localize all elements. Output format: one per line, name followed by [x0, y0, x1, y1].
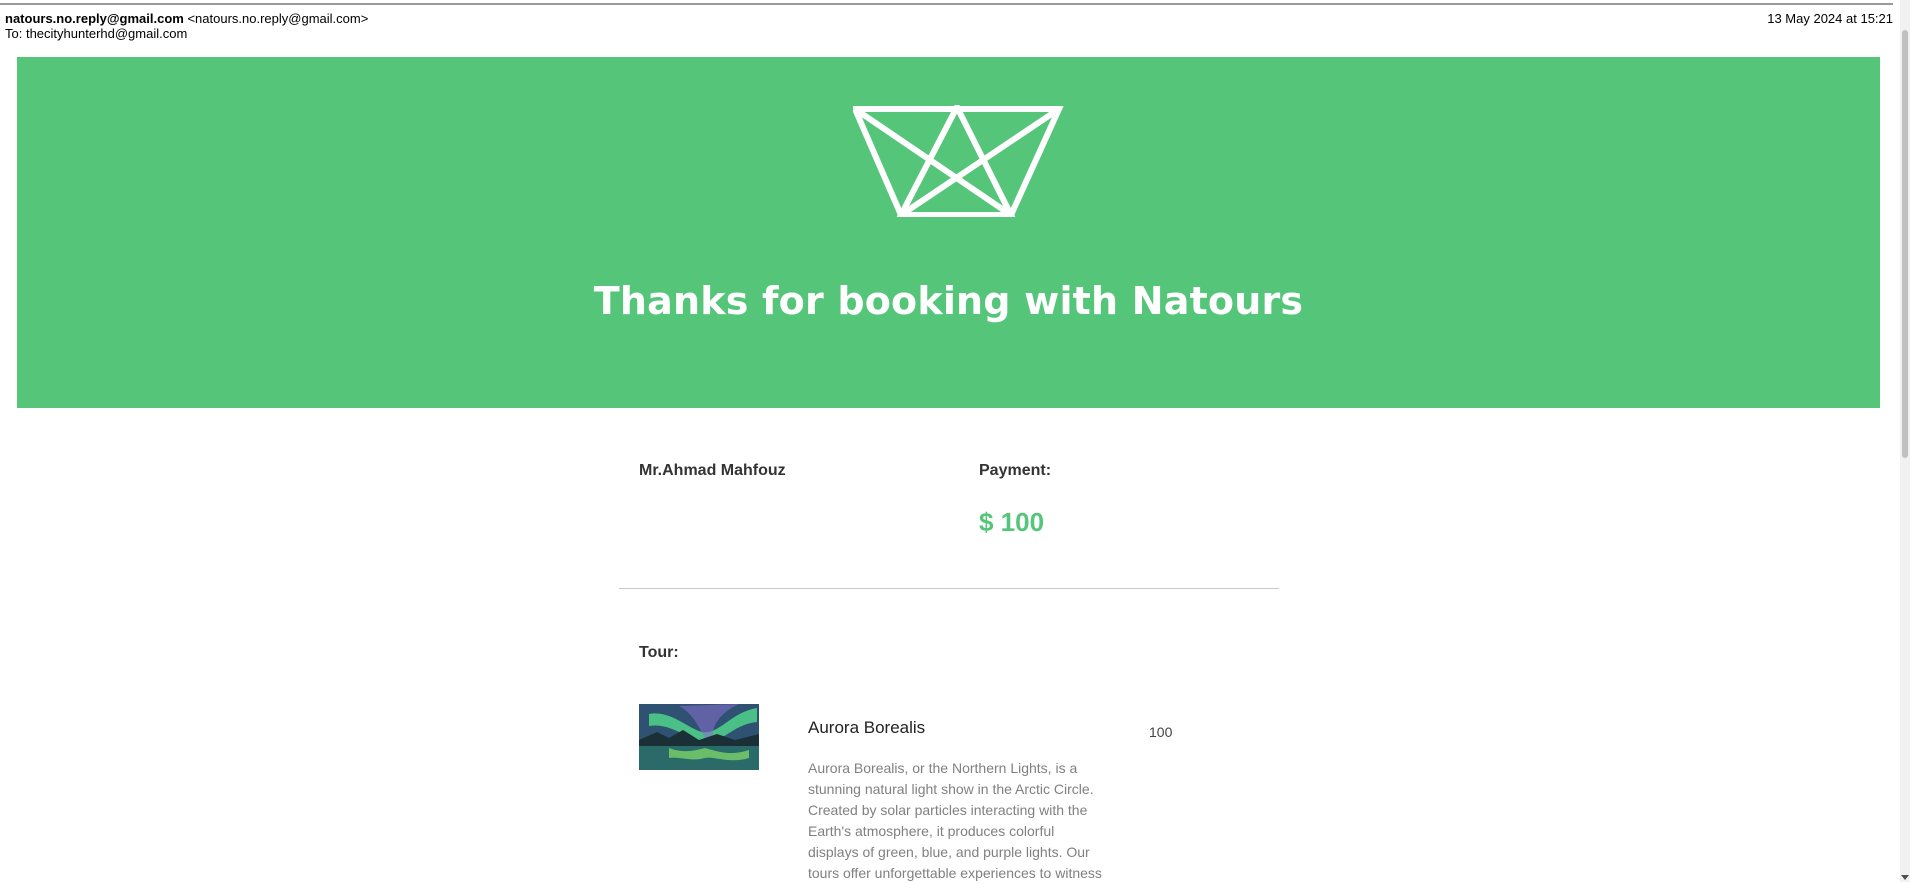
- natours-crown-logo-icon: [853, 105, 1064, 217]
- aurora-photo: [639, 704, 759, 770]
- sender-line: natours.no.reply@gmail.com <natours.no.r…: [5, 11, 368, 26]
- scroll-down-arrow-icon[interactable]: [1901, 875, 1909, 880]
- email-header: natours.no.reply@gmail.com <natours.no.r…: [5, 11, 368, 41]
- tour-name: Aurora Borealis: [808, 718, 926, 737]
- sender-name[interactable]: natours.no.reply@gmail.com: [5, 11, 184, 26]
- tour-price: 100: [1149, 724, 1173, 740]
- tour-description: Aurora Borealis, or the Northern Lights,…: [808, 760, 1102, 881]
- payment-label: Payment:: [979, 462, 1052, 479]
- sender-address[interactable]: <natours.no.reply@gmail.com>: [187, 11, 368, 26]
- tour-section-label: Tour:: [639, 644, 679, 661]
- scrollbar-thumb[interactable]: [1902, 30, 1908, 458]
- tour-image: [639, 704, 759, 770]
- to-label: To:: [5, 26, 23, 41]
- email-date: 13 May 2024 at 15:21: [1767, 11, 1893, 26]
- section-divider: [619, 588, 1279, 589]
- vertical-scrollbar[interactable]: [1900, 0, 1910, 882]
- customer-name: Mr.Ahmad Mahfouz: [639, 462, 786, 479]
- recipient-line: To: thecityhunterhd@gmail.com: [5, 26, 368, 41]
- recipient-address[interactable]: thecityhunterhd@gmail.com: [26, 26, 187, 41]
- email-banner: Thanks for booking with Natours: [17, 57, 1880, 408]
- banner-title: Thanks for booking with Natours: [593, 279, 1304, 323]
- payment-amount: $ 100: [979, 507, 1045, 537]
- window-top-border: [0, 3, 1893, 5]
